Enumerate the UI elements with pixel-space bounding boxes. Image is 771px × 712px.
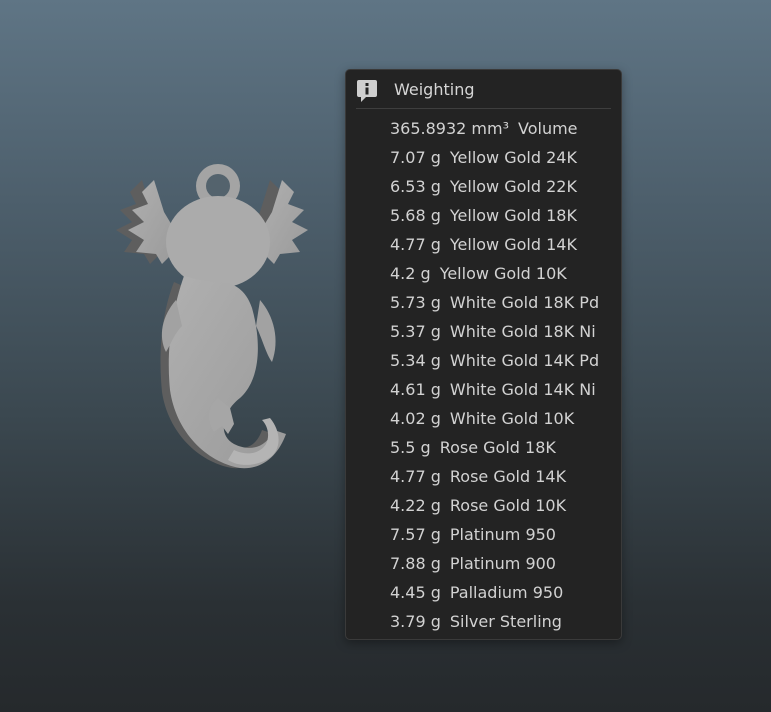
row-value: 7.57 g (390, 525, 441, 544)
row-value: 4.77 g (390, 235, 441, 254)
volume-row: 365.8932 mm³ Volume (390, 114, 599, 143)
weight-row: 5.73 g White Gold 18K Pd (390, 288, 599, 317)
row-label: Rose Gold 18K (439, 438, 556, 457)
row-value: 7.88 g (390, 554, 441, 573)
row-label: Yellow Gold 24K (449, 148, 577, 167)
popup-title: Weighting (394, 80, 475, 99)
row-value: 4.45 g (390, 583, 441, 602)
weight-row: 7.88 g Platinum 900 (390, 549, 599, 578)
row-value: 5.68 g (390, 206, 441, 225)
header-divider (356, 108, 611, 109)
row-label: Silver Sterling (449, 612, 562, 631)
weight-row: 5.5 g Rose Gold 18K (390, 433, 599, 462)
row-value: 6.53 g (390, 177, 441, 196)
row-label: White Gold 14K Pd (449, 351, 600, 370)
row-value: 5.73 g (390, 293, 441, 312)
weight-row: 4.77 g Rose Gold 14K (390, 462, 599, 491)
weight-row: 5.34 g White Gold 14K Pd (390, 346, 599, 375)
row-value: 5.34 g (390, 351, 441, 370)
info-icon (357, 80, 377, 102)
row-label: Platinum 950 (449, 525, 556, 544)
row-value: 4.02 g (390, 409, 441, 428)
row-label: Yellow Gold 22K (449, 177, 577, 196)
weighting-popup: Weighting 365.8932 mm³ Volume 7.07 g Yello… (345, 69, 622, 640)
axolotl-pendant-model[interactable] (110, 150, 325, 485)
weight-row: 4.45 g Palladium 950 (390, 578, 599, 607)
weight-row: 6.53 g Yellow Gold 22K (390, 172, 599, 201)
row-label: White Gold 18K Ni (449, 322, 596, 341)
weight-row: 7.57 g Platinum 950 (390, 520, 599, 549)
row-value: 5.5 g (390, 438, 431, 457)
row-value: 4.2 g (390, 264, 431, 283)
weight-row: 4.02 g White Gold 10K (390, 404, 599, 433)
row-value: 4.61 g (390, 380, 441, 399)
weight-row: 4.22 g Rose Gold 10K (390, 491, 599, 520)
weight-row: 4.2 g Yellow Gold 10K (390, 259, 599, 288)
row-value: 4.22 g (390, 496, 441, 515)
weight-row: 5.37 g White Gold 18K Ni (390, 317, 599, 346)
row-label: White Gold 10K (449, 409, 575, 428)
row-label: Volume (518, 119, 578, 138)
row-value: 3.79 g (390, 612, 441, 631)
row-label: Rose Gold 14K (449, 467, 567, 486)
row-label: Rose Gold 10K (449, 496, 567, 515)
row-value: 365.8932 mm³ (390, 119, 510, 138)
popup-header: Weighting (346, 70, 621, 108)
row-label: White Gold 14K Ni (449, 380, 596, 399)
row-label: Yellow Gold 10K (439, 264, 567, 283)
row-label: Yellow Gold 14K (449, 235, 577, 254)
row-label: White Gold 18K Pd (449, 293, 600, 312)
3d-viewport[interactable]: Weighting 365.8932 mm³ Volume 7.07 g Yello… (0, 0, 771, 712)
row-label: Palladium 950 (449, 583, 564, 602)
weight-row: 3.79 g Silver Sterling (390, 607, 599, 636)
row-value: 4.77 g (390, 467, 441, 486)
row-label: Platinum 900 (449, 554, 556, 573)
weight-row: 5.68 g Yellow Gold 18K (390, 201, 599, 230)
weight-row: 7.07 g Yellow Gold 24K (390, 143, 599, 172)
weight-list: 365.8932 mm³ Volume 7.07 g Yellow Gold 24K… (390, 114, 599, 636)
row-label: Yellow Gold 18K (449, 206, 577, 225)
weight-row: 4.61 g White Gold 14K Ni (390, 375, 599, 404)
row-value: 7.07 g (390, 148, 441, 167)
weight-row: 4.77 g Yellow Gold 14K (390, 230, 599, 259)
row-value: 5.37 g (390, 322, 441, 341)
